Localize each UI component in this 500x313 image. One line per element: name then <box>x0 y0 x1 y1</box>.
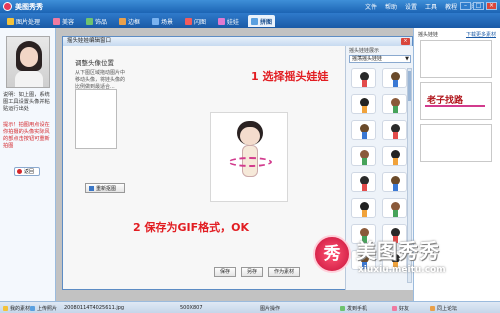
material-frame-2[interactable]: 老子找路 <box>420 82 492 120</box>
menu-help[interactable]: 帮助 <box>385 2 397 11</box>
annotation-step-2: 2 保存为GIF格式，OK <box>133 221 249 234</box>
bobblehead-item[interactable] <box>351 146 376 166</box>
status-upload-photo[interactable]: 上传照片 <box>30 305 57 312</box>
status-send-phone[interactable]: 发到手机 <box>340 305 367 312</box>
tab-scene[interactable]: 场景 <box>149 15 176 27</box>
save-button[interactable]: 保存 <box>214 267 237 277</box>
preview-face <box>240 127 260 145</box>
status-image-size: 500X807 <box>180 305 203 311</box>
doll-icon <box>218 17 225 25</box>
watermark-logo: 秀 <box>313 235 351 273</box>
tab-flash[interactable]: 闪图 <box>182 15 209 27</box>
flash-icon <box>185 17 192 25</box>
status-my-material[interactable]: 我的素材 <box>3 305 30 312</box>
bobblehead-item[interactable] <box>382 94 407 114</box>
beauty-icon <box>53 17 60 25</box>
chevron-down-icon: ▼ <box>405 56 409 62</box>
status-bar: 我的素材 上传照片 20080114T4025611.jpg 500X807 图… <box>0 301 500 313</box>
tab-beauty[interactable]: 美容 <box>50 15 77 27</box>
bobblehead-item[interactable] <box>382 172 407 192</box>
tab-doll[interactable]: 娃娃 <box>215 15 242 27</box>
watermark: 秀 美图秀秀 xiuxiu.meitu.com <box>313 233 497 285</box>
avatar-body <box>15 71 43 87</box>
annotation-step-1: 1 选择摇头娃娃 <box>251 70 329 83</box>
main-tab-bar: 图片处理 美容 饰品 边框 场景 闪图 娃娃 拼图 <box>0 13 500 28</box>
bobblehead-item[interactable] <box>382 68 407 88</box>
dialog-actions: 保存 另存 作为素材 <box>214 267 301 277</box>
adjust-thumbnail[interactable] <box>75 89 117 149</box>
right-column-title: 摇头娃娃 <box>418 32 439 38</box>
upload-icon <box>30 306 35 311</box>
tab-frame[interactable]: 边框 <box>116 15 143 27</box>
bobblehead-item[interactable] <box>382 198 407 218</box>
save-as-button[interactable]: 另存 <box>241 267 264 277</box>
tab-accessory[interactable]: 饰品 <box>83 15 110 27</box>
window-controls: – □ × <box>460 2 497 10</box>
panel-scroll-thumb[interactable] <box>408 71 411 101</box>
bobblehead-preview[interactable] <box>210 112 288 202</box>
material-frame-line <box>425 105 485 107</box>
menu-tools[interactable]: 工具 <box>425 2 437 11</box>
title-bar: 美图秀秀 文件 帮助 设置 工具 教程 皮肤 – □ × <box>0 0 500 13</box>
panel-title: 摇头娃娃展示 <box>349 48 380 54</box>
status-friends[interactable]: 好友 <box>392 305 409 312</box>
menu-file[interactable]: 文件 <box>365 2 377 11</box>
status-operation: 图片操作 <box>260 306 281 312</box>
bobblehead-category-select[interactable]: 摇荡摇头娃娃 ▼ <box>349 55 411 63</box>
avatar-face <box>20 47 38 67</box>
menu-tutorial[interactable]: 教程 <box>445 2 457 11</box>
dialog-close-button[interactable]: × <box>401 38 410 45</box>
bobblehead-item[interactable] <box>382 120 407 140</box>
status-forum[interactable]: 同上论坛 <box>430 305 457 312</box>
watermark-url: xiuxiu.meitu.com <box>358 265 446 275</box>
accessory-icon <box>86 17 93 25</box>
material-frame-1[interactable] <box>420 40 492 78</box>
reselect-button[interactable]: 重新抠图 <box>85 183 125 193</box>
left-sidebar: 说明：如上图，系统图工具设置头像并粘贴运行出处 提示！拍图用点设在你拍摄的头像实… <box>0 28 56 301</box>
folder-icon <box>3 306 8 311</box>
back-button[interactable]: 返回 <box>14 167 40 176</box>
forum-icon <box>430 306 435 311</box>
friends-icon <box>392 306 397 311</box>
status-filename: 20080114T4025611.jpg <box>64 305 125 311</box>
frame-icon <box>119 17 126 25</box>
phone-icon <box>340 306 345 311</box>
sidebar-tip: 提示！拍图用点设在你拍摄的头像实际风的部点击按钮可重新拍图 <box>3 122 50 149</box>
bobblehead-item[interactable] <box>351 94 376 114</box>
minimize-button[interactable]: – <box>460 2 471 10</box>
photo-edit-icon <box>7 17 14 25</box>
preview-hoop <box>228 157 272 167</box>
dialog-title: 摇头娃娃编辑窗口 <box>63 37 412 46</box>
watermark-name: 美图秀秀 <box>356 239 440 263</box>
back-icon <box>17 169 22 174</box>
bobblehead-item[interactable] <box>351 68 376 88</box>
avatar <box>6 36 50 88</box>
cutout-icon <box>89 185 94 191</box>
scene-icon <box>152 17 159 25</box>
close-button[interactable]: × <box>486 2 497 10</box>
adjust-description: 从下图区域拖动图片中移动头像，将娃头像的比例做到最适合... <box>75 70 126 90</box>
save-as-material-button[interactable]: 作为素材 <box>268 267 301 277</box>
download-more-link[interactable]: 下载更多素材 <box>466 31 496 38</box>
bobblehead-item[interactable] <box>351 198 376 218</box>
bobblehead-item[interactable] <box>351 120 376 140</box>
adjust-title: 调整头像位置 <box>75 59 114 67</box>
bobblehead-item[interactable] <box>382 146 407 166</box>
material-frame-3[interactable] <box>420 124 492 162</box>
maximize-button[interactable]: □ <box>473 2 484 10</box>
bobblehead-item[interactable] <box>351 172 376 192</box>
collage-icon <box>251 17 258 25</box>
menu-settings[interactable]: 设置 <box>405 2 417 11</box>
adjust-section: 调整头像位置 从下图区域拖动图片中移动头像，将娃头像的比例做到最适合... <box>75 57 127 91</box>
tab-collage[interactable]: 拼图 <box>248 15 276 27</box>
tab-photo-edit[interactable]: 图片处理 <box>4 15 43 27</box>
sidebar-description: 说明：如上图，系统图工具设置头像并粘贴运行出处 <box>3 92 50 112</box>
app-title: 美图秀秀 <box>15 3 43 11</box>
app-logo-icon <box>3 2 12 11</box>
